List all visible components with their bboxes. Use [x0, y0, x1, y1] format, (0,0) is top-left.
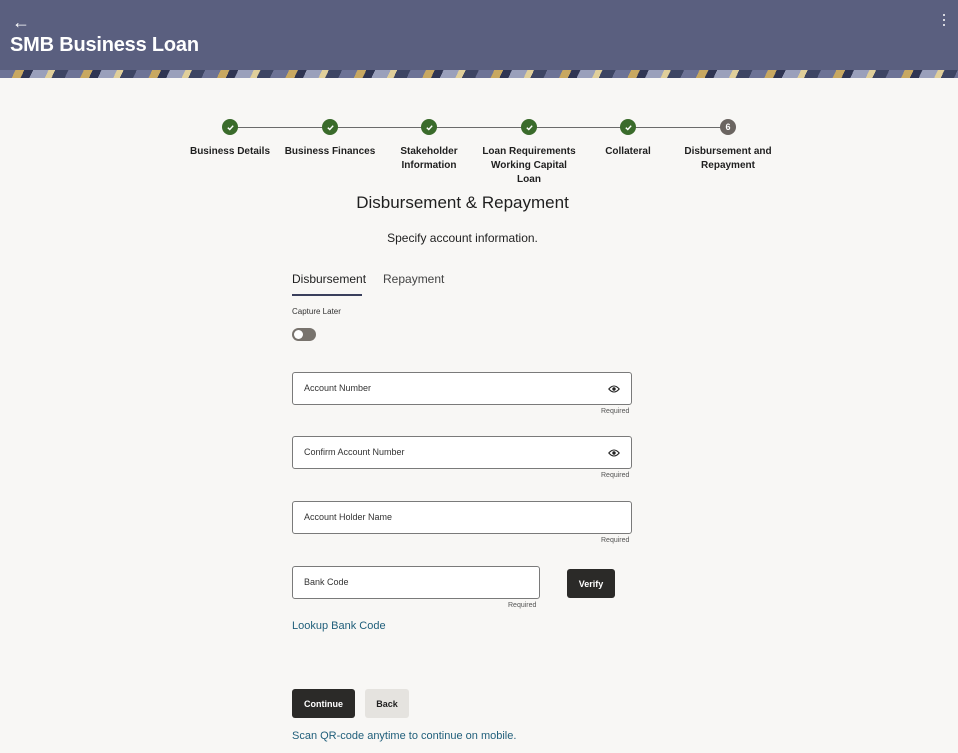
- account-number-label: Account Number: [304, 383, 372, 393]
- progress-stepper: Business Details Business Finances Stake…: [0, 119, 958, 189]
- active-tab-indicator: [292, 294, 362, 296]
- header-banner-pattern: [0, 70, 958, 78]
- step-complete-check-icon: [521, 119, 537, 135]
- bank-code-required: Required: [508, 602, 537, 609]
- tab-repayment[interactable]: Repayment: [383, 272, 444, 286]
- step-complete-check-icon: [421, 119, 437, 135]
- account-holder-name-required: Required: [601, 537, 630, 544]
- toggle-knob: [294, 330, 303, 339]
- eye-icon[interactable]: [608, 448, 620, 458]
- confirm-account-number-field[interactable]: Confirm Account Number: [292, 436, 632, 469]
- more-vertical-icon[interactable]: [942, 14, 946, 28]
- step-label-disbursement-repayment: Disbursement and Repayment: [684, 146, 772, 171]
- account-number-field[interactable]: Account Number: [292, 372, 632, 405]
- scan-qr-code-link[interactable]: Scan QR-code anytime to continue on mobi…: [292, 730, 516, 742]
- step-label-business-finances: Business Finances: [284, 146, 376, 157]
- step-label-business-details: Business Details: [189, 146, 271, 157]
- step-complete-check-icon: [322, 119, 338, 135]
- step-label-loan-requirements: Loan Requirements Working Capital Loan: [482, 146, 576, 185]
- back-button[interactable]: Back: [365, 689, 409, 718]
- step-label-stakeholder-information: Stakeholder Information: [400, 146, 458, 171]
- app-header: ← SMB Business Loan: [0, 0, 958, 70]
- app-title: SMB Business Loan: [10, 34, 199, 56]
- account-holder-name-field[interactable]: Account Holder Name: [292, 501, 632, 534]
- back-arrow-icon[interactable]: ←: [12, 10, 30, 34]
- confirm-account-number-label: Confirm Account Number: [304, 447, 405, 457]
- step-complete-check-icon: [620, 119, 636, 135]
- page-subtitle: Specify account information.: [387, 231, 538, 245]
- step-complete-check-icon: [222, 119, 238, 135]
- eye-icon[interactable]: [608, 384, 620, 394]
- bank-code-field[interactable]: Bank Code: [292, 566, 540, 599]
- step-label-collateral: Collateral: [605, 146, 651, 157]
- continue-button[interactable]: Continue: [292, 689, 355, 718]
- capture-later-label: Capture Later: [292, 307, 341, 316]
- verify-button[interactable]: Verify: [567, 569, 615, 598]
- page-title: Disbursement & Repayment: [356, 193, 569, 212]
- account-holder-name-label: Account Holder Name: [304, 512, 393, 522]
- bank-code-label: Bank Code: [304, 577, 349, 587]
- stepper-track: [230, 127, 728, 128]
- confirm-account-number-required: Required: [601, 472, 630, 479]
- tab-disbursement[interactable]: Disbursement: [292, 272, 366, 286]
- capture-later-toggle[interactable]: [292, 328, 316, 341]
- account-number-required: Required: [601, 408, 630, 415]
- lookup-bank-code-link[interactable]: Lookup Bank Code: [292, 620, 386, 632]
- step-current-number: 6: [720, 119, 736, 135]
